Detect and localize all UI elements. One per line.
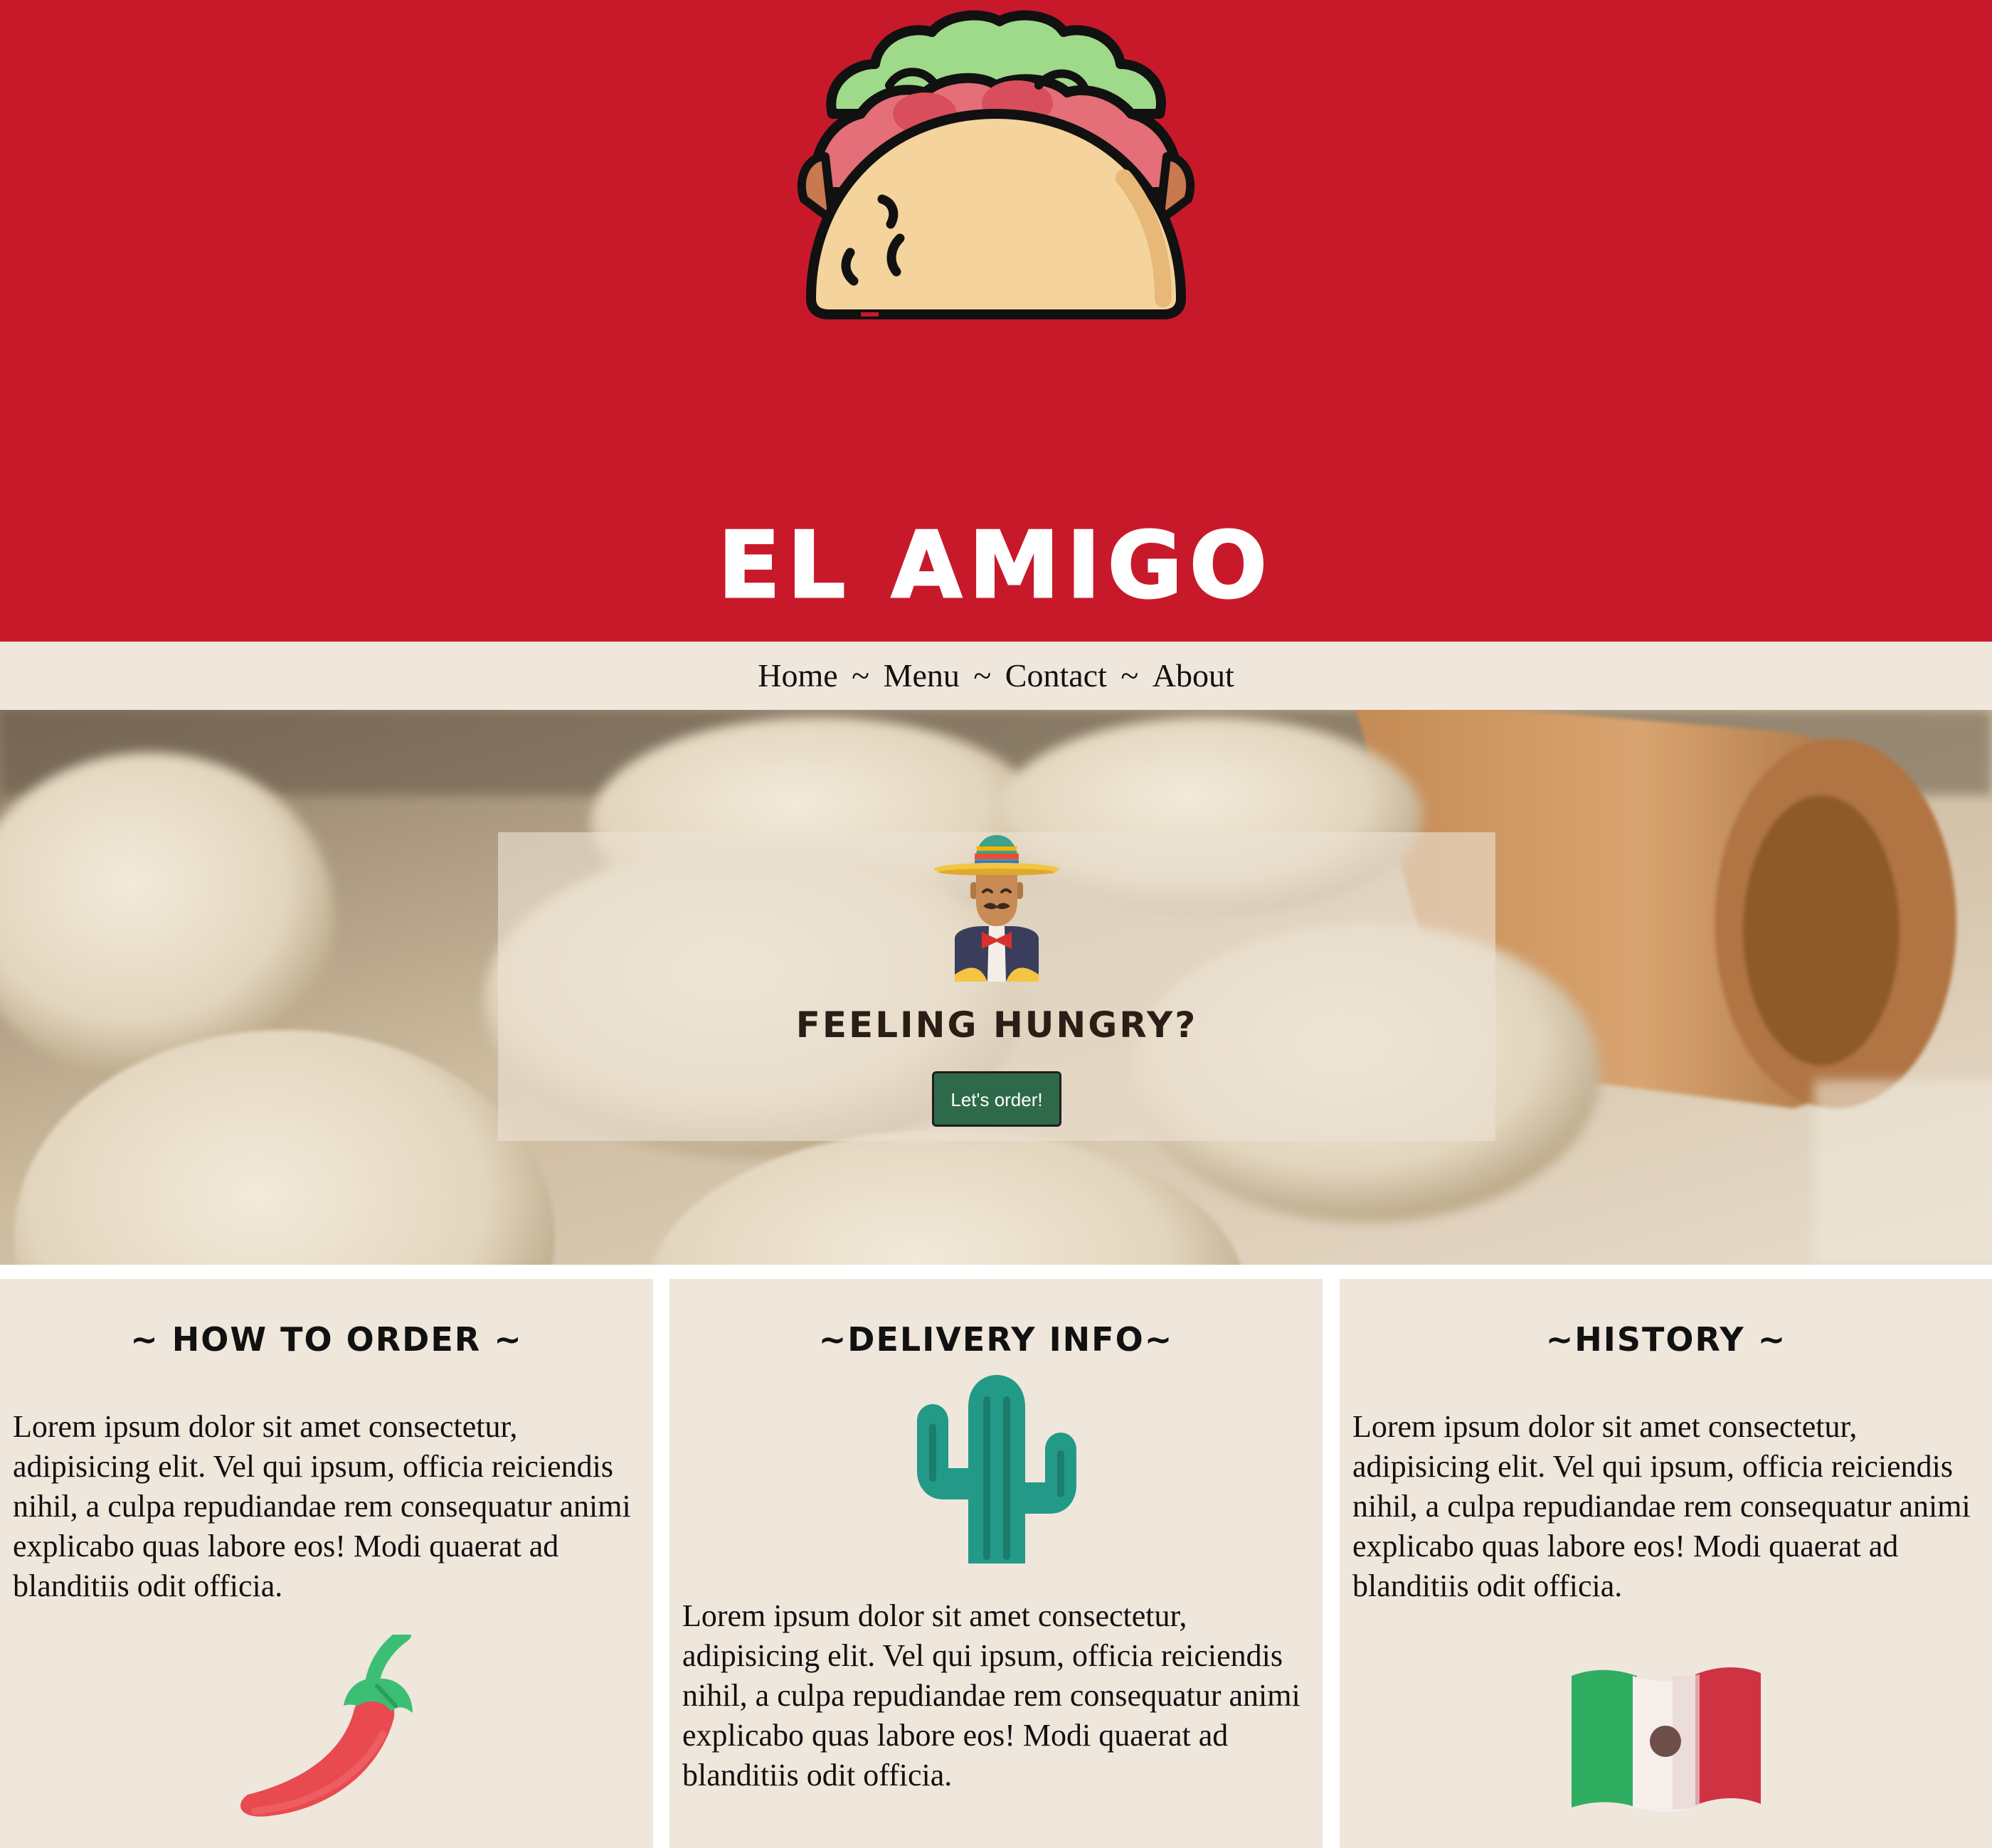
nav-menu-link[interactable]: Menu: [884, 642, 960, 710]
nav-separator: ~: [852, 657, 870, 694]
order-call-to-action: FEELING HUNGRY? Let's order!: [498, 832, 1495, 1141]
history-panel: ~HISTORY ~ Lorem ipsum dolor sit amet co…: [1340, 1279, 1992, 1848]
panel-text: Lorem ipsum dolor sit amet consectetur, …: [682, 1598, 1300, 1793]
mariachi-icon: [934, 835, 1059, 982]
panel-heading: ~DELIVERY INFO~: [818, 1320, 1174, 1359]
cta-title: FEELING HUNGRY?: [795, 1004, 1198, 1046]
lets-order-button[interactable]: Let's order!: [932, 1071, 1061, 1127]
cactus-icon: [917, 1375, 1076, 1563]
panel-heading: ~HISTORY ~: [1545, 1320, 1787, 1359]
taco-icon: [783, 7, 1209, 334]
nav-contact-link[interactable]: Contact: [1005, 642, 1107, 710]
nav-about-link[interactable]: About: [1153, 642, 1234, 710]
delivery-info-panel: ~DELIVERY INFO~ Lorem ipsum dolor sit am…: [669, 1279, 1323, 1848]
site-title: EL AMIGO: [717, 511, 1274, 620]
site-header: EL AMIGO: [0, 0, 1992, 642]
chili-pepper-icon: [240, 1635, 413, 1817]
panel-heading: ~ HOW TO ORDER ~: [130, 1320, 523, 1359]
panel-text: Lorem ipsum dolor sit amet consectetur, …: [13, 1409, 631, 1603]
panel-text: Lorem ipsum dolor sit amet consectetur, …: [1352, 1409, 1971, 1603]
hero-section: FEELING HUNGRY? Let's order!: [0, 710, 1992, 1265]
mexican-flag-icon: [1572, 1667, 1761, 1812]
nav-home-link[interactable]: Home: [758, 642, 837, 710]
info-section: ~ HOW TO ORDER ~ Lorem ipsum dolor sit a…: [0, 1265, 1992, 1848]
main-nav: Home ~ Menu ~ Contact ~ About: [0, 642, 1992, 710]
nav-separator: ~: [1120, 657, 1139, 694]
nav-separator: ~: [973, 657, 992, 694]
how-to-order-panel: ~ HOW TO ORDER ~ Lorem ipsum dolor sit a…: [0, 1279, 653, 1848]
